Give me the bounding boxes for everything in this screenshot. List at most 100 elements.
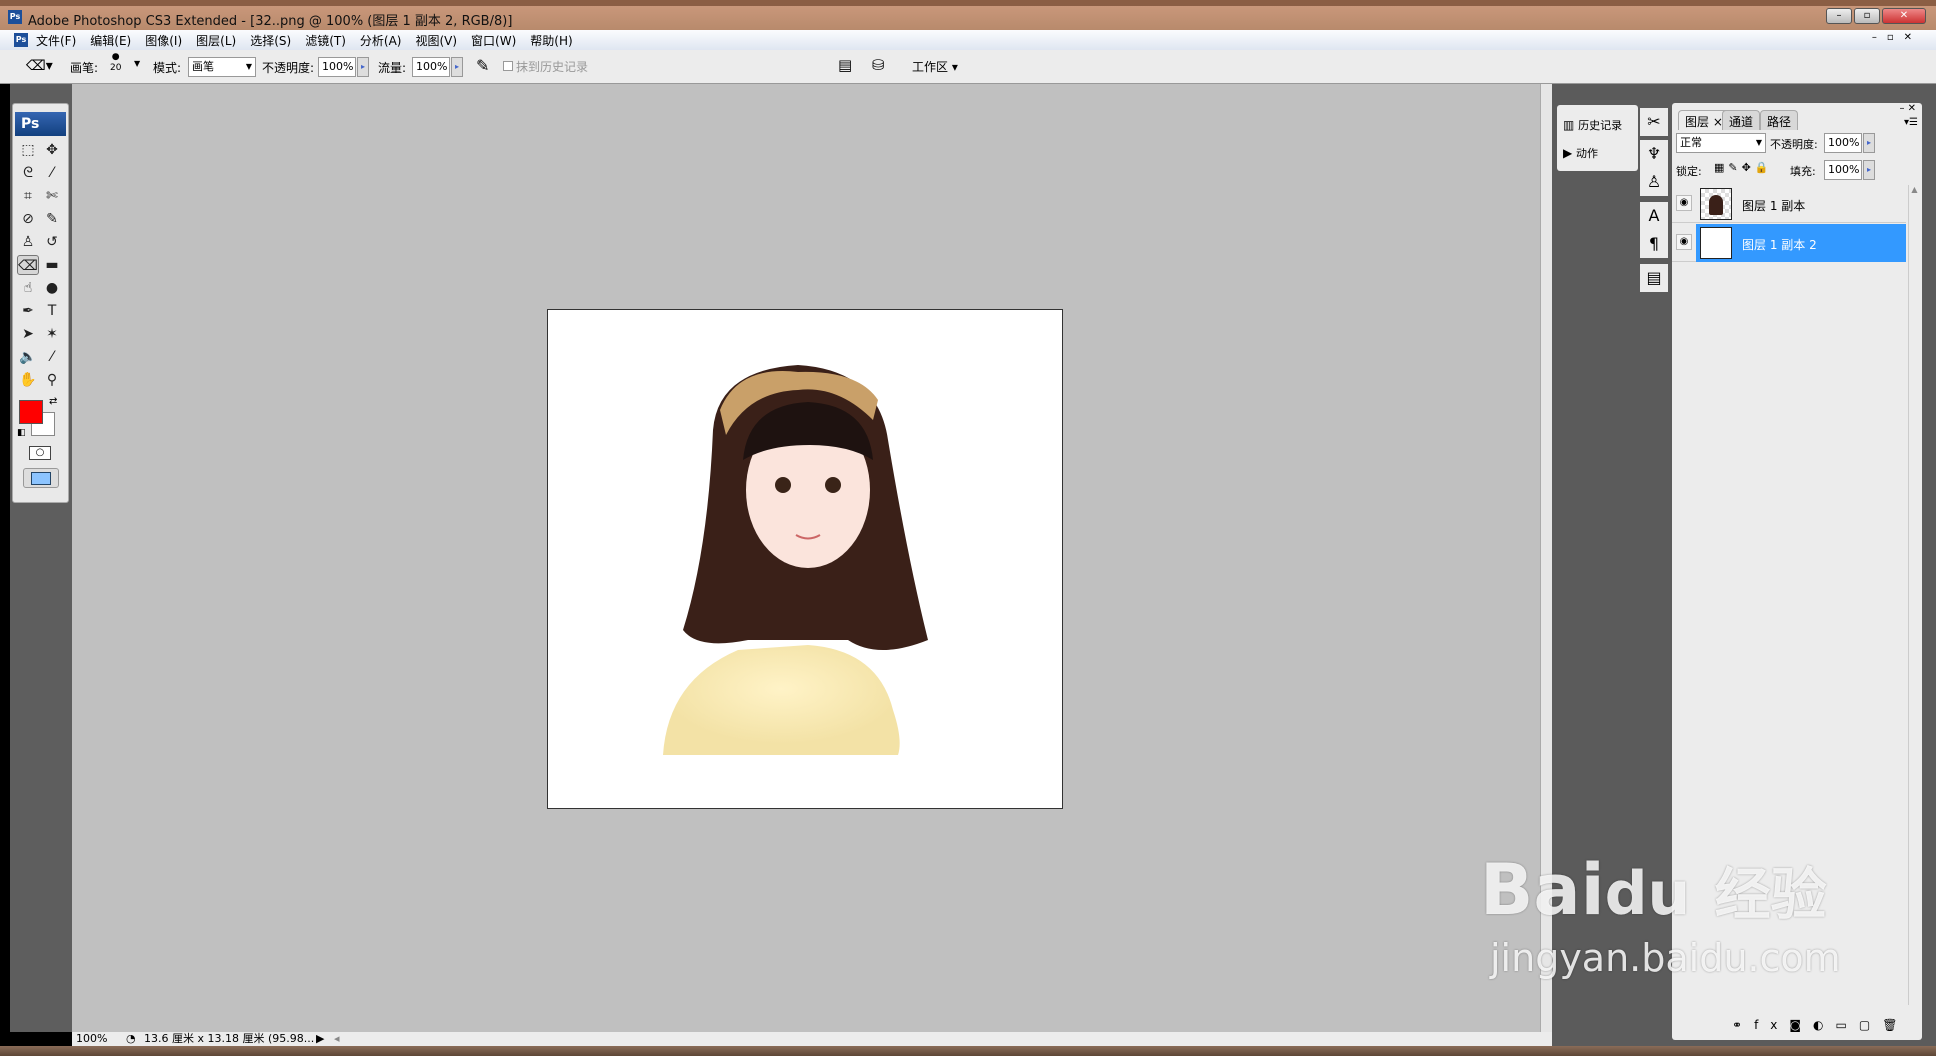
erase-history-checkbox[interactable] (503, 61, 513, 71)
pen-tool-icon[interactable]: ✒ (17, 301, 39, 321)
mode-select[interactable]: 画笔 ▼ (188, 57, 256, 77)
new-layer-icon[interactable]: ▢ (1859, 1018, 1882, 1032)
fill-label: 填充: (1790, 165, 1816, 178)
move-tool-icon[interactable]: ✥ (41, 140, 63, 160)
status-info-icon[interactable]: ◔ (126, 1032, 136, 1046)
type-tool-icon[interactable]: T (41, 301, 63, 321)
fill-input[interactable]: 100% (1824, 160, 1862, 180)
new-group-icon[interactable]: ▭ (1836, 1018, 1859, 1032)
menu-item[interactable]: 视图(V) (415, 32, 457, 49)
brush-tool-icon[interactable]: ✎ (41, 209, 63, 229)
layer-opacity-input[interactable]: 100% (1824, 133, 1862, 153)
close-button[interactable]: ✕ (1882, 8, 1926, 24)
delete-layer-icon[interactable]: 🗑 (1882, 1018, 1909, 1032)
character-icon[interactable]: A (1640, 202, 1668, 230)
layers-scrollbar[interactable]: ▲ (1908, 185, 1920, 1005)
layer-row[interactable]: ◉ 图层 1 副本 (1672, 185, 1906, 223)
eraser-tool-icon[interactable]: ⌫ (17, 255, 39, 275)
menu-item[interactable]: 滤镜(T) (305, 32, 346, 49)
flow-input[interactable]: 100% (412, 57, 450, 77)
panel-menu-icon[interactable]: ▾☰ (1904, 117, 1918, 128)
clone-source-icon[interactable]: ♙ (1640, 168, 1668, 196)
opacity-input[interactable]: 100% (318, 57, 356, 77)
adjustment-layer-icon[interactable]: ◐ (1813, 1018, 1835, 1032)
palette-well-icon[interactable]: ▤ (838, 56, 852, 74)
gradient-tool-icon[interactable]: ▬ (41, 255, 63, 275)
bridge-icon[interactable]: ⛁ (872, 56, 885, 74)
eyedropper-tool-icon[interactable]: ⁄ (41, 347, 63, 367)
slice-tool-icon[interactable]: ✄ (41, 186, 63, 206)
tool-presets-icon[interactable]: ✂ (1640, 108, 1668, 136)
title-bar: Ps Adobe Photoshop CS3 Extended - [32..p… (0, 0, 1936, 30)
layer-comps-icon[interactable]: ▤ (1640, 264, 1668, 292)
lasso-tool-icon[interactable]: ᘓ (17, 163, 39, 183)
dodge-tool-icon[interactable]: ● (41, 278, 63, 298)
quick-mask-button[interactable]: ○ (29, 446, 51, 460)
zoom-tool-icon[interactable]: ⚲ (41, 370, 63, 390)
hand-tool-icon[interactable]: ✋ (17, 370, 39, 390)
add-mask-icon[interactable]: ◙ (1789, 1018, 1813, 1032)
menu-item[interactable]: 分析(A) (360, 32, 402, 49)
magic-wand-tool-icon[interactable]: ⁄ (41, 163, 63, 183)
crop-tool-icon[interactable]: ⌗ (17, 186, 39, 206)
default-colors-icon[interactable]: ◧ (17, 428, 26, 438)
history-brush-icon[interactable]: ↺ (41, 232, 63, 252)
visibility-eye-icon[interactable]: ◉ (1676, 195, 1692, 211)
history-actions-panel: ▥ 历史记录 ▶ 动作 (1557, 105, 1638, 171)
actions-panel-button[interactable]: ▶ 动作 (1563, 145, 1598, 161)
document-window-controls[interactable]: –▫✕ (1872, 32, 1922, 43)
layer-opacity-slider[interactable]: ▸ (1863, 133, 1875, 153)
workspace-menu[interactable]: 工作区 ▾ (912, 58, 958, 75)
zoom-level[interactable]: 100% (76, 1032, 107, 1046)
erase-history-label: 抹到历史记录 (516, 60, 589, 74)
menu-item[interactable]: 图层(L) (196, 32, 236, 49)
swap-colors-icon[interactable]: ⇄ (49, 396, 57, 407)
baidu-jingyan-watermark: Baidu 经验 jingyan.baidu.com (1480, 849, 1841, 980)
healing-brush-icon[interactable]: ⊘ (17, 209, 39, 229)
flow-slider-button[interactable]: ▸ (451, 57, 463, 77)
status-menu-arrow[interactable]: ▶ (316, 1032, 324, 1046)
marquee-tool-icon[interactable]: ⬚ (17, 140, 39, 160)
menu-item[interactable]: 编辑(E) (90, 32, 131, 49)
minimize-button[interactable]: – (1826, 8, 1852, 24)
airbrush-icon[interactable]: ✎ (476, 56, 489, 75)
document-canvas[interactable] (547, 309, 1063, 809)
brushes-icon[interactable]: ♆ (1640, 140, 1668, 168)
options-bar: ⌫▾ 画笔: ● 20 ▼ 模式: 画笔 ▼ 不透明度: 100% ▸ 流量: 10… (0, 50, 1936, 84)
notes-tool-icon[interactable]: 🔈 (17, 347, 39, 367)
layer-thumbnail (1700, 188, 1732, 220)
clone-stamp-icon[interactable]: ♙ (17, 232, 39, 252)
menu-item[interactable]: 选择(S) (250, 32, 291, 49)
layer-thumbnail (1700, 227, 1732, 259)
layer-row-selected[interactable]: ◉ 图层 1 副本 2 (1672, 224, 1906, 262)
flow-label: 流量: (378, 61, 407, 75)
history-panel-button[interactable]: ▥ 历史记录 (1563, 117, 1622, 133)
foreground-color-swatch[interactable] (19, 400, 43, 424)
brush-dropdown-icon[interactable]: ▼ (134, 59, 140, 68)
shape-tool-icon[interactable]: ✶ (41, 324, 63, 344)
panel-close-icon[interactable]: – ✕ (1899, 103, 1916, 114)
smudge-tool-icon[interactable]: ☝ (17, 278, 39, 298)
horizontal-scrollbar[interactable]: ◂ (334, 1032, 340, 1046)
visibility-eye-icon[interactable]: ◉ (1676, 234, 1692, 250)
tab-paths[interactable]: 路径 (1760, 110, 1799, 130)
screen-mode-button[interactable] (23, 468, 59, 488)
maximize-button[interactable]: ▫ (1854, 8, 1880, 24)
brush-picker[interactable]: ● 20 (110, 52, 121, 74)
menu-item[interactable]: 图像(I) (145, 32, 182, 49)
lock-icons[interactable]: ▦✎✥🔒 (1714, 161, 1773, 174)
workspace-label: 工作区 (912, 60, 949, 74)
menu-item[interactable]: 帮助(H) (530, 32, 572, 49)
fx-icon[interactable]: fx (1754, 1018, 1789, 1032)
menu-item[interactable]: 窗口(W) (471, 32, 516, 49)
link-layers-icon[interactable]: ⚭ (1732, 1018, 1754, 1032)
eraser-tool-preset-icon[interactable]: ⌫▾ (26, 58, 53, 74)
blend-mode-select[interactable]: 正常 ▼ (1676, 133, 1766, 153)
menu-item[interactable]: 文件(F) (36, 32, 76, 49)
panel-icon-column: ✂ ♆ ♙ A ¶ ▤ (1640, 108, 1668, 292)
tab-channels[interactable]: 通道 (1722, 110, 1761, 130)
fill-slider[interactable]: ▸ (1863, 160, 1875, 180)
opacity-slider-button[interactable]: ▸ (357, 57, 369, 77)
path-selection-icon[interactable]: ➤ (17, 324, 39, 344)
paragraph-icon[interactable]: ¶ (1640, 230, 1668, 258)
